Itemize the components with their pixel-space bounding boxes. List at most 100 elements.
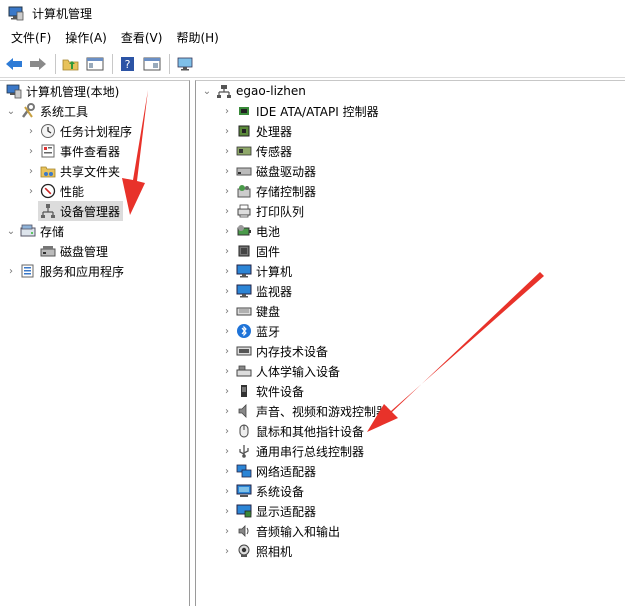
menu-view[interactable]: 查看(V): [114, 27, 170, 49]
chevron-right-icon[interactable]: ›: [220, 421, 234, 441]
chevron-down-icon[interactable]: ⌄: [4, 101, 18, 121]
device-category[interactable]: › 存储控制器: [220, 181, 316, 201]
tree-disk-management[interactable]: 磁盘管理: [38, 241, 108, 261]
chevron-right-icon[interactable]: ›: [220, 301, 234, 321]
chevron-right-icon[interactable]: ›: [24, 121, 38, 141]
device-category[interactable]: › 照相机: [220, 541, 292, 561]
device-category[interactable]: › IDE ATA/ATAPI 控制器: [220, 101, 379, 121]
menu-action[interactable]: 操作(A): [58, 27, 114, 49]
console-tree-icon: [86, 57, 104, 70]
performance-icon: [40, 183, 56, 199]
up-folder-icon: [62, 59, 79, 70]
show-hide-tree-button[interactable]: [84, 53, 106, 75]
tree-device-manager[interactable]: 设备管理器: [38, 201, 124, 221]
title-bar: 计算机管理: [0, 0, 625, 26]
device-category[interactable]: › 计算机: [220, 261, 292, 281]
chevron-right-icon[interactable]: ›: [220, 361, 234, 381]
chevron-down-icon[interactable]: ⌄: [200, 81, 214, 101]
device-category[interactable]: › 通用串行总线控制器: [220, 441, 364, 461]
chevron-right-icon[interactable]: ›: [220, 341, 234, 361]
chevron-right-icon[interactable]: ›: [220, 141, 234, 161]
toolbar-separator: [55, 53, 56, 74]
chevron-right-icon[interactable]: ›: [220, 381, 234, 401]
device-category[interactable]: › 软件设备: [220, 381, 304, 401]
forward-button[interactable]: [27, 53, 49, 75]
device-category[interactable]: › 系统设备: [220, 481, 304, 501]
properties-button[interactable]: [141, 53, 163, 75]
printer-icon: [236, 203, 252, 219]
chevron-right-icon[interactable]: ›: [220, 521, 234, 541]
device-category[interactable]: › 音频输入和输出: [220, 521, 340, 541]
tree-task-scheduler[interactable]: › 任务计划程序: [24, 121, 132, 141]
up-folder-button[interactable]: [60, 53, 82, 75]
device-category[interactable]: › 打印队列: [220, 201, 304, 221]
device-category-label: 网络适配器: [256, 464, 317, 479]
chevron-right-icon[interactable]: ›: [220, 461, 234, 481]
chevron-right-icon[interactable]: ›: [220, 201, 234, 221]
device-category[interactable]: › 内存技术设备: [220, 341, 328, 361]
chevron-right-icon[interactable]: ›: [220, 181, 234, 201]
chevron-right-icon[interactable]: ›: [220, 401, 234, 421]
device-category-label: 电池: [256, 224, 281, 239]
tree-storage[interactable]: ⌄ 存储: [4, 221, 64, 241]
device-category[interactable]: › 人体学输入设备: [220, 361, 340, 381]
back-button[interactable]: [3, 53, 25, 75]
device-category[interactable]: › 传感器: [220, 141, 292, 161]
tree-root[interactable]: 计算机管理(本地): [4, 81, 119, 101]
device-root[interactable]: ⌄ egao-lizhen: [200, 81, 306, 101]
help-button[interactable]: ?: [117, 53, 139, 75]
memory-device-icon: [236, 343, 252, 359]
device-category-label: 鼠标和其他指针设备: [256, 424, 365, 439]
device-category[interactable]: › 电池: [220, 221, 280, 241]
device-category[interactable]: › 鼠标和其他指针设备: [220, 421, 364, 441]
system-device-icon: [236, 483, 252, 499]
tree-label: 磁盘管理: [60, 244, 109, 259]
tree-system-tools[interactable]: ⌄ 系统工具: [4, 101, 88, 121]
chevron-right-icon[interactable]: ›: [220, 241, 234, 261]
chevron-right-icon[interactable]: ›: [24, 161, 38, 181]
chevron-right-icon[interactable]: ›: [24, 141, 38, 161]
tree-services-apps[interactable]: › 服务和应用程序: [4, 261, 124, 281]
tree-performance[interactable]: › 性能: [24, 181, 84, 201]
chevron-right-icon[interactable]: ›: [220, 161, 234, 181]
device-category-label: 打印队列: [256, 204, 305, 219]
chevron-right-icon[interactable]: ›: [220, 221, 234, 241]
device-category[interactable]: › 网络适配器: [220, 461, 316, 481]
device-category[interactable]: › 键盘: [220, 301, 280, 321]
chevron-right-icon[interactable]: ›: [220, 501, 234, 521]
device-category-label: 磁盘驱动器: [256, 164, 317, 179]
menu-help[interactable]: 帮助(H): [169, 27, 225, 49]
network-adapter-icon: [236, 463, 252, 479]
device-category-label: 蓝牙: [256, 324, 281, 339]
tree-label: 共享文件夹: [60, 164, 121, 179]
chevron-right-icon[interactable]: ›: [220, 441, 234, 461]
chevron-right-icon[interactable]: ›: [220, 541, 234, 561]
chevron-right-icon[interactable]: ›: [220, 101, 234, 121]
device-category-label: 键盘: [256, 304, 281, 319]
device-category[interactable]: › 监视器: [220, 281, 292, 301]
device-category[interactable]: › 处理器: [220, 121, 292, 141]
storage-icon: [20, 223, 36, 239]
device-category[interactable]: › 显示适配器: [220, 501, 316, 521]
menu-file[interactable]: 文件(F): [4, 27, 58, 49]
chevron-right-icon[interactable]: ›: [220, 261, 234, 281]
device-category[interactable]: › 磁盘驱动器: [220, 161, 316, 181]
device-category[interactable]: › 固件: [220, 241, 280, 261]
chevron-right-icon[interactable]: ›: [220, 121, 234, 141]
properties-icon: [143, 57, 161, 70]
tree-event-viewer[interactable]: › 事件查看器: [24, 141, 120, 161]
disk-drive-icon: [236, 163, 252, 179]
tree-shared-folders[interactable]: › 共享文件夹: [24, 161, 120, 181]
menu-bar: 文件(F) 操作(A) 查看(V) 帮助(H): [0, 26, 625, 50]
chevron-right-icon[interactable]: ›: [4, 261, 18, 281]
device-category[interactable]: › 声音、视频和游戏控制器: [220, 401, 388, 421]
chevron-right-icon[interactable]: ›: [220, 281, 234, 301]
chevron-down-icon[interactable]: ⌄: [4, 221, 18, 241]
battery-icon: [236, 223, 252, 239]
window-title: 计算机管理: [32, 6, 93, 21]
device-category[interactable]: › 蓝牙: [220, 321, 280, 341]
chevron-right-icon[interactable]: ›: [24, 181, 38, 201]
chevron-right-icon[interactable]: ›: [220, 481, 234, 501]
monitor-button[interactable]: [174, 53, 196, 75]
chevron-right-icon[interactable]: ›: [220, 321, 234, 341]
